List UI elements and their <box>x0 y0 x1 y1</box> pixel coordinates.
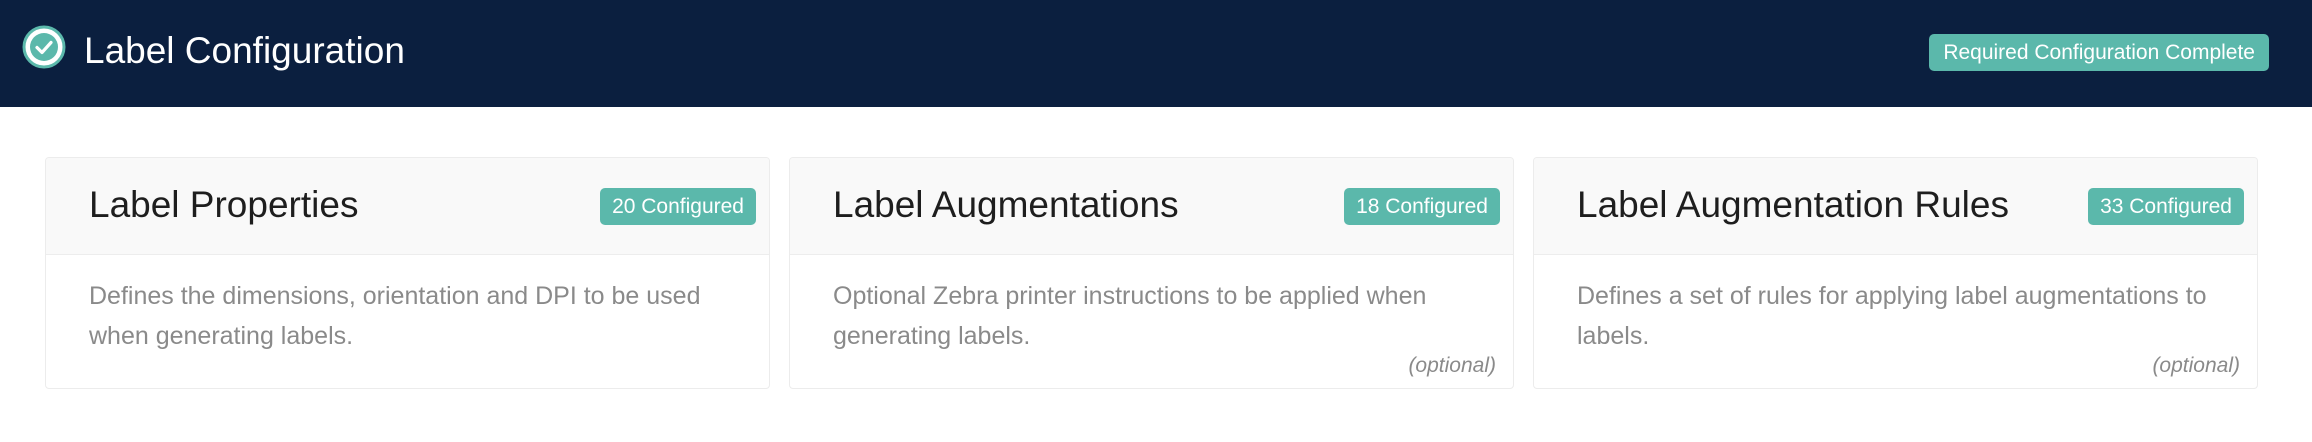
card-title: Label Augmentations <box>833 184 1179 225</box>
optional-label: (optional) <box>1408 354 1496 377</box>
card-header: Label Properties 20 Configured <box>46 158 769 255</box>
card-description: Defines the dimensions, orientation and … <box>89 282 701 350</box>
card-header: Label Augmentation Rules 33 Configured <box>1534 158 2257 255</box>
page-title: Label Configuration <box>84 30 405 71</box>
status-badge: Required Configuration Complete <box>1929 34 2269 71</box>
optional-label: (optional) <box>2152 354 2240 377</box>
configured-count-badge: 33 Configured <box>2088 188 2244 225</box>
card-label-properties[interactable]: Label Properties 20 Configured Defines t… <box>45 157 770 389</box>
card-label-augmentation-rules[interactable]: Label Augmentation Rules 33 Configured D… <box>1533 157 2258 389</box>
configured-count-badge: 20 Configured <box>600 188 756 225</box>
card-label-augmentations[interactable]: Label Augmentations 18 Configured Option… <box>789 157 1514 389</box>
card-description: Optional Zebra printer instructions to b… <box>833 282 1427 350</box>
configuration-cards: Label Properties 20 Configured Defines t… <box>45 157 2261 391</box>
configured-count-badge: 18 Configured <box>1344 188 1500 225</box>
card-description: Defines a set of rules for applying labe… <box>1577 282 2207 350</box>
page-header: Label Configuration Required Configurati… <box>0 0 2312 107</box>
check-circle-icon <box>22 25 66 69</box>
card-title: Label Properties <box>89 184 359 225</box>
card-title: Label Augmentation Rules <box>1577 184 2009 225</box>
card-header: Label Augmentations 18 Configured <box>790 158 1513 255</box>
